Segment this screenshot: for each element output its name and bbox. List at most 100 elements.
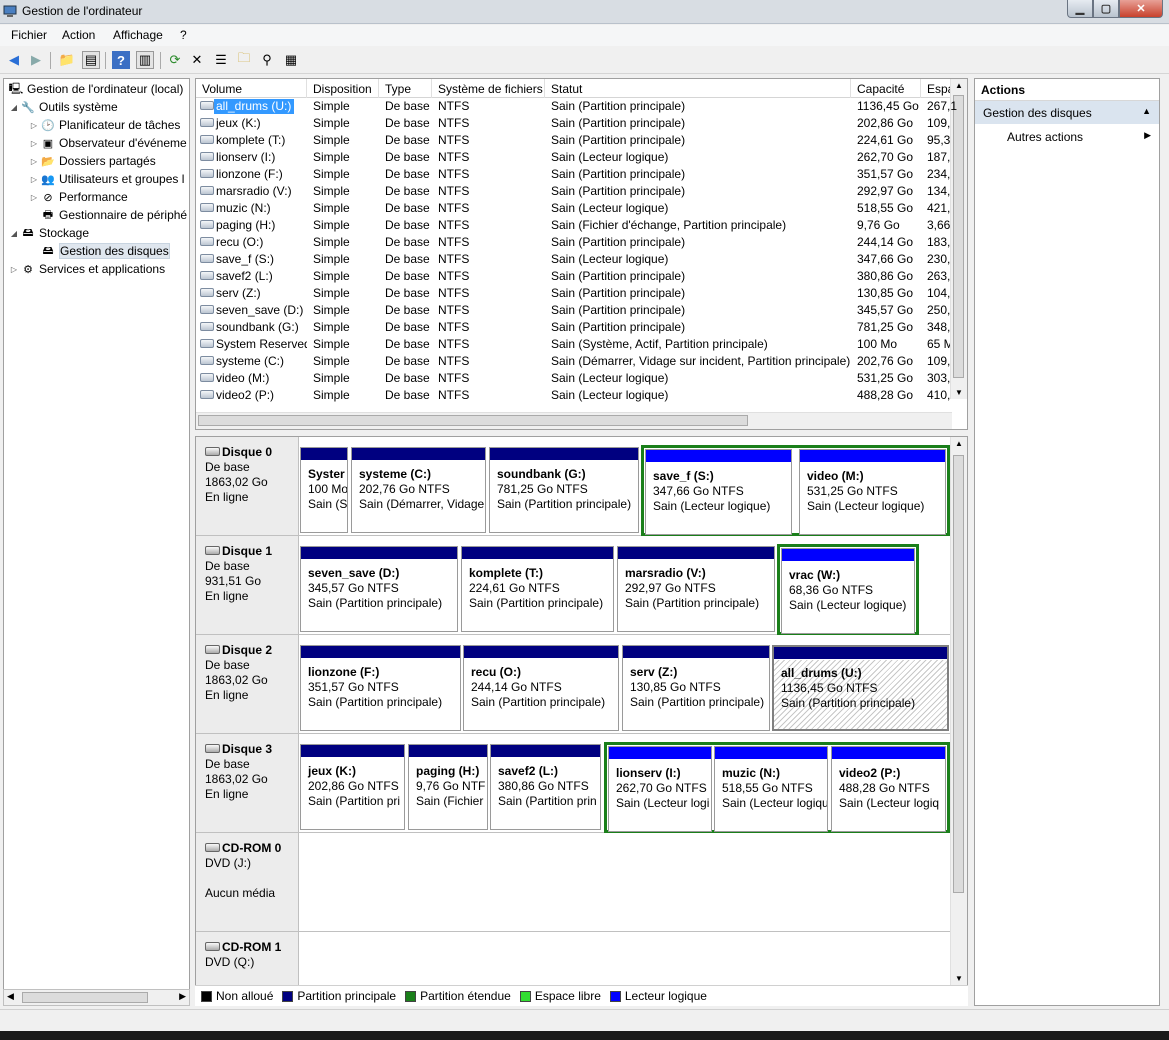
tree-item-utilisateurs[interactable]: ▷ 👥 Utilisateurs et groupes l bbox=[28, 170, 184, 188]
scroll-thumb[interactable] bbox=[953, 455, 964, 893]
partition[interactable]: komplete (T:) 224,61 Go NTFS Sain (Partiti… bbox=[461, 546, 614, 632]
collapse-icon[interactable]: ◢ bbox=[8, 229, 20, 238]
properties-icon[interactable]: ☰ bbox=[212, 51, 230, 69]
tree-item-dossiers[interactable]: ▷ 📂 Dossiers partagés bbox=[28, 152, 156, 170]
table-row[interactable]: lionzone (F:) Simple De base NTFS Sain (Part… bbox=[196, 166, 967, 183]
delete-icon[interactable]: ✕ bbox=[188, 51, 206, 69]
tree-item-gestionnaire[interactable]: 🖶 Gestionnaire de périphé bbox=[40, 206, 187, 224]
table-row[interactable]: paging (H:) Simple De base NTFS Sain (Fichie… bbox=[196, 217, 967, 234]
settings-icon[interactable]: ▦ bbox=[282, 51, 300, 69]
scroll-left-icon[interactable]: ◀ bbox=[7, 991, 14, 1002]
scroll-thumb[interactable] bbox=[953, 95, 964, 378]
tree-item-outils[interactable]: ◢ 🔧 Outils système bbox=[8, 98, 118, 116]
disk-row-2[interactable]: Disque 2 De base 1863,02 Go En ligne lio… bbox=[196, 635, 951, 734]
disk-label[interactable]: Disque 1 De base 931,51 Go En ligne bbox=[196, 536, 299, 634]
collapse-icon[interactable]: ◢ bbox=[8, 103, 20, 112]
expand-icon[interactable]: ▷ bbox=[8, 265, 20, 274]
maximize-button[interactable]: ▢ bbox=[1093, 0, 1119, 18]
col-header-volume[interactable]: Volume bbox=[196, 79, 307, 98]
table-row[interactable]: System Reserved Simple De base NTFS Sain (Sy… bbox=[196, 336, 967, 353]
logical-drive[interactable]: save_f (S:) 347,66 Go NTFS Sain (Lecteur l… bbox=[645, 449, 792, 535]
logical-drive[interactable]: vrac (W:) 68,36 Go NTFS Sain (Lecteur logi… bbox=[781, 548, 915, 634]
cdrom-row-0[interactable]: CD-ROM 0 DVD (J:) Aucun média bbox=[196, 833, 951, 932]
extended-partition[interactable]: vrac (W:) 68,36 Go NTFS Sain (Lecteur logi… bbox=[777, 544, 919, 635]
logical-drive[interactable]: video (M:) 531,25 Go NTFS Sain (Lecteur lo… bbox=[799, 449, 946, 535]
tree-item-observateur[interactable]: ▷ ▣ Observateur d'événeme bbox=[28, 134, 187, 152]
menu-affichage[interactable]: Affichage bbox=[113, 28, 163, 42]
disk-row-3[interactable]: Disque 3 De base 1863,02 Go En ligne jeu… bbox=[196, 734, 951, 833]
disk-label[interactable]: Disque 3 De base 1863,02 Go En ligne bbox=[196, 734, 299, 832]
partition[interactable]: serv (Z:) 130,85 Go NTFS Sain (Partition p… bbox=[622, 645, 770, 731]
table-row[interactable]: jeux (K:) Simple De base NTFS Sain (Partitio… bbox=[196, 115, 967, 132]
partition[interactable]: Syster 100 Mo Sain (S bbox=[300, 447, 348, 533]
table-row[interactable]: muzic (N:) Simple De base NTFS Sain (Lecteur… bbox=[196, 200, 967, 217]
disk-row-0[interactable]: Disque 0 De base 1863,02 Go En ligne Sys… bbox=[196, 437, 951, 536]
expand-icon[interactable]: ▷ bbox=[28, 175, 40, 184]
volume-list-horizontal-scrollbar[interactable] bbox=[196, 412, 952, 429]
table-row[interactable]: soundbank (G:) Simple De base NTFS Sain (Par… bbox=[196, 319, 967, 336]
logical-drive[interactable]: muzic (N:) 518,55 Go NTFS Sain (Lecteur lo… bbox=[714, 746, 828, 832]
up-folder-icon[interactable]: 📁 bbox=[58, 51, 76, 69]
refresh-icon[interactable]: ⟳ bbox=[166, 51, 184, 69]
partition[interactable]: seven_save (D:) 345,57 Go NTFS Sain (Parti… bbox=[300, 546, 458, 632]
expand-icon[interactable]: ▷ bbox=[28, 139, 40, 148]
logical-drive[interactable]: video2 (P:) 488,28 Go NTFS Sain (Lecteur l… bbox=[831, 746, 946, 832]
partition[interactable]: recu (O:) 244,14 Go NTFS Sain (Partition p… bbox=[463, 645, 619, 731]
scroll-right-icon[interactable]: ▶ bbox=[179, 991, 186, 1002]
back-icon[interactable]: ◀ bbox=[5, 51, 23, 69]
col-header-filesystem[interactable]: Système de fichiers bbox=[432, 79, 545, 98]
menu-help[interactable]: ? bbox=[180, 28, 187, 42]
table-row[interactable]: savef2 (L:) Simple De base NTFS Sain (Partit… bbox=[196, 268, 967, 285]
logical-drive[interactable]: lionserv (I:) 262,70 Go NTFS Sain (Lecteur… bbox=[608, 746, 712, 832]
partition[interactable]: lionzone (F:) 351,57 Go NTFS Sain (Partiti… bbox=[300, 645, 461, 731]
search-icon[interactable]: ⚲ bbox=[258, 51, 276, 69]
table-row[interactable]: komplete (T:) Simple De base NTFS Sain (Part… bbox=[196, 132, 967, 149]
partition[interactable]: marsradio (V:) 292,97 Go NTFS Sain (Partit… bbox=[617, 546, 775, 632]
tree-item-root[interactable]: 🖳 Gestion de l'ordinateur (local) bbox=[8, 80, 184, 98]
partition[interactable]: soundbank (G:) 781,25 Go NTFS Sain (Partit… bbox=[489, 447, 639, 533]
forward-icon[interactable]: ▶ bbox=[27, 51, 45, 69]
partition[interactable]: jeux (K:) 202,86 Go NTFS Sain (Partition p… bbox=[300, 744, 405, 830]
col-header-capacite[interactable]: Capacité bbox=[851, 79, 921, 98]
scroll-thumb[interactable] bbox=[22, 992, 148, 1003]
disk-label[interactable]: Disque 2 De base 1863,02 Go En ligne bbox=[196, 635, 299, 733]
table-row[interactable]: save_f (S:) Simple De base NTFS Sain (Lecteu… bbox=[196, 251, 967, 268]
tree-item-stockage[interactable]: ◢ 🖴 Stockage bbox=[8, 224, 89, 242]
partition[interactable]: savef2 (L:) 380,86 Go NTFS Sain (Partition… bbox=[490, 744, 601, 830]
col-header-disposition[interactable]: Disposition bbox=[307, 79, 379, 98]
disk-label[interactable]: Disque 0 De base 1863,02 Go En ligne bbox=[196, 437, 299, 535]
table-row[interactable]: systeme (C:) Simple De base NTFS Sain (Démar… bbox=[196, 353, 967, 370]
autres-actions-item[interactable]: Autres actions ▶ bbox=[975, 124, 1159, 148]
col-header-statut[interactable]: Statut bbox=[545, 79, 851, 98]
menu-action[interactable]: Action bbox=[62, 28, 95, 42]
tree-item-planificateur[interactable]: ▷ 🕑 Planificateur de tâches bbox=[28, 116, 180, 134]
expand-icon[interactable]: ▷ bbox=[28, 193, 40, 202]
table-row[interactable]: recu (O:) Simple De base NTFS Sain (Partitio… bbox=[196, 234, 967, 251]
table-row[interactable]: serv (Z:) Simple De base NTFS Sain (Partitio… bbox=[196, 285, 967, 302]
menu-fichier[interactable]: Fichier bbox=[11, 28, 47, 42]
extended-partition[interactable]: lionserv (I:) 262,70 Go NTFS Sain (Lecteur… bbox=[604, 742, 950, 833]
help-icon[interactable]: ? bbox=[112, 51, 130, 69]
tree-item-gestion-disques[interactable]: 🖴 Gestion des disques bbox=[40, 242, 170, 260]
scroll-thumb[interactable] bbox=[198, 415, 748, 426]
table-row[interactable]: seven_save (D:) Simple De base NTFS Sain (Pa… bbox=[196, 302, 967, 319]
disk-map-vertical-scrollbar[interactable]: ▲ ▼ bbox=[950, 437, 967, 985]
show-action-pane-icon[interactable]: ▥ bbox=[136, 51, 154, 69]
show-tree-icon[interactable]: ▤ bbox=[82, 51, 100, 69]
tree-horizontal-scrollbar[interactable]: ◀ ▶ bbox=[3, 989, 190, 1006]
close-button[interactable]: ✕ bbox=[1119, 0, 1163, 18]
table-row[interactable]: all_drums (U:) Simple De base NTFS Sain (Par… bbox=[196, 98, 967, 115]
minimize-button[interactable]: ▁ bbox=[1067, 0, 1093, 18]
tree-item-services[interactable]: ▷ ⚙ Services et applications bbox=[8, 260, 165, 278]
partition[interactable]: systeme (C:) 202,76 Go NTFS Sain (Démarrer… bbox=[351, 447, 486, 533]
table-row[interactable]: video (M:) Simple De base NTFS Sain (Lecteur… bbox=[196, 370, 967, 387]
table-row[interactable]: marsradio (V:) Simple De base NTFS Sain (Par… bbox=[196, 183, 967, 200]
actions-section-gestion-disques[interactable]: Gestion des disques ▲ bbox=[975, 101, 1159, 124]
expand-icon[interactable]: ▷ bbox=[28, 157, 40, 166]
disk-row-1[interactable]: Disque 1 De base 931,51 Go En ligne seve… bbox=[196, 536, 951, 635]
disk-label[interactable]: CD-ROM 0 DVD (J:) Aucun média bbox=[196, 833, 299, 931]
partition-selected[interactable]: all_drums (U:) 1136,45 Go NTFS Sain (Parti… bbox=[772, 645, 949, 731]
collapse-up-icon[interactable]: ▲ bbox=[1142, 106, 1151, 116]
partition[interactable]: paging (H:) 9,76 Go NTF Sain (Fichier bbox=[408, 744, 488, 830]
open-folder-icon[interactable]: 🗀 bbox=[235, 50, 253, 69]
